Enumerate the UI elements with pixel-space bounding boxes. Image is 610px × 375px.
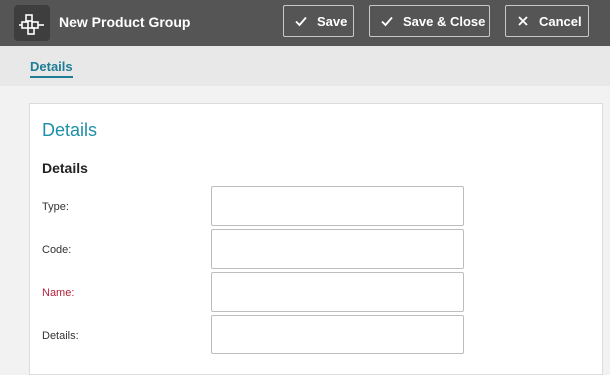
close-icon bbox=[516, 14, 530, 28]
cancel-button[interactable]: Cancel bbox=[505, 5, 589, 37]
tab-details[interactable]: Details bbox=[30, 59, 73, 78]
save-and-close-button[interactable]: Save & Close bbox=[369, 5, 490, 37]
name-label: Name: bbox=[42, 287, 75, 299]
type-input[interactable] bbox=[211, 186, 464, 226]
section-title: Details bbox=[42, 160, 88, 176]
details-input[interactable] bbox=[211, 315, 464, 354]
save-and-close-button-label: Save & Close bbox=[403, 13, 486, 29]
details-label: Details: bbox=[42, 330, 79, 342]
cancel-button-label: Cancel bbox=[539, 13, 582, 29]
code-input[interactable] bbox=[211, 229, 464, 269]
code-label: Code: bbox=[42, 244, 72, 256]
top-bar: New Product Group Save Save & Close Canc… bbox=[0, 0, 610, 46]
type-label: Type: bbox=[42, 201, 69, 213]
check-icon bbox=[294, 14, 308, 28]
tab-bar: Details bbox=[0, 46, 610, 86]
check-icon bbox=[380, 14, 394, 28]
save-button[interactable]: Save bbox=[283, 5, 354, 37]
product-group-icon bbox=[14, 5, 50, 41]
page-title: New Product Group bbox=[59, 14, 191, 30]
details-panel: Details Details Type: Code: Name: Detail… bbox=[29, 103, 603, 375]
panel-title: Details bbox=[42, 120, 98, 140]
name-input[interactable] bbox=[211, 272, 464, 312]
save-button-label: Save bbox=[317, 13, 348, 29]
